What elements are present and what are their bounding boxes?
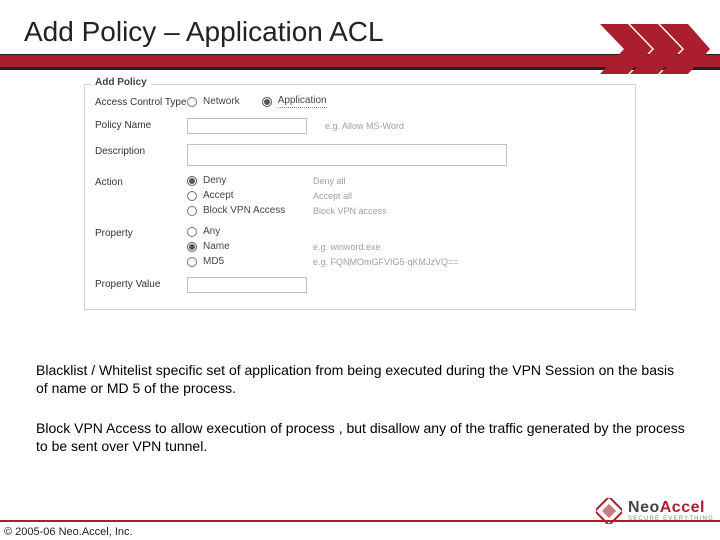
row-action: Action Deny Deny all Accept Accept all <box>95 175 625 220</box>
radio-application-label: Application <box>278 95 327 108</box>
label-description: Description <box>95 144 187 157</box>
chevrons-icon <box>600 24 710 74</box>
row-policy-name: Policy Name e.g. Allow MS-Word <box>95 118 625 138</box>
row-description: Description <box>95 144 625 169</box>
hint-action-block: Block VPN access <box>313 206 387 216</box>
hint-action-deny: Deny all <box>313 176 346 186</box>
row-property-value: Property Value <box>95 277 625 297</box>
radio-action-deny-label: Deny <box>203 175 313 186</box>
radio-prop-any-label: Any <box>203 226 313 237</box>
input-policy-name[interactable] <box>187 118 307 134</box>
radio-prop-name-label: Name <box>203 241 313 252</box>
slide: Add Policy – Application ACL Add Policy … <box>0 0 720 540</box>
logo-tagline: SECURE EVERYTHING <box>628 516 714 522</box>
radio-action-accept[interactable] <box>187 191 197 201</box>
hint-prop-md5: e.g. FQNMOmGFVIG5·qKMJzVQ== <box>313 257 459 267</box>
radio-action-deny[interactable] <box>187 176 197 186</box>
label-access-control: Access Control Type <box>95 95 187 108</box>
copyright: © 2005-06 Neo.Accel, Inc. <box>4 526 133 538</box>
radio-prop-md5[interactable] <box>187 257 197 267</box>
page-title: Add Policy – Application ACL <box>24 16 384 48</box>
label-property: Property <box>95 226 187 239</box>
label-action: Action <box>95 175 187 188</box>
hint-prop-name: e.g. winword.exe <box>313 242 381 252</box>
label-policy-name: Policy Name <box>95 118 187 131</box>
radio-action-block[interactable] <box>187 206 197 216</box>
hint-action-accept: Accept all <box>313 191 352 201</box>
radio-action-block-label: Block VPN Access <box>203 205 313 216</box>
radio-application[interactable] <box>262 97 272 107</box>
logo-mark-icon <box>596 498 622 524</box>
add-policy-panel: Add Policy Access Control Type Network A… <box>84 84 636 310</box>
neoaccel-logo: NeoAccel SECURE EVERYTHING <box>596 498 714 524</box>
input-property-value[interactable] <box>187 277 307 293</box>
hint-policy-name: e.g. Allow MS-Word <box>325 121 404 131</box>
radio-network-label: Network <box>203 96 240 107</box>
paragraph-2: Block VPN Access to allow execution of p… <box>36 420 686 455</box>
paragraph-1: Blacklist / Whitelist specific set of ap… <box>36 362 686 397</box>
row-access-control: Access Control Type Network Application <box>95 95 625 112</box>
row-property: Property Any Name e.g. winword.exe MD5 <box>95 226 625 271</box>
logo-text: NeoAccel <box>628 500 714 516</box>
radio-prop-any[interactable] <box>187 227 197 237</box>
radio-action-accept-label: Accept <box>203 190 313 201</box>
panel-legend: Add Policy <box>91 77 151 88</box>
radio-network[interactable] <box>187 97 197 107</box>
radio-prop-md5-label: MD5 <box>203 256 313 267</box>
radio-prop-name[interactable] <box>187 242 197 252</box>
input-description[interactable] <box>187 144 507 166</box>
label-property-value: Property Value <box>95 277 187 290</box>
